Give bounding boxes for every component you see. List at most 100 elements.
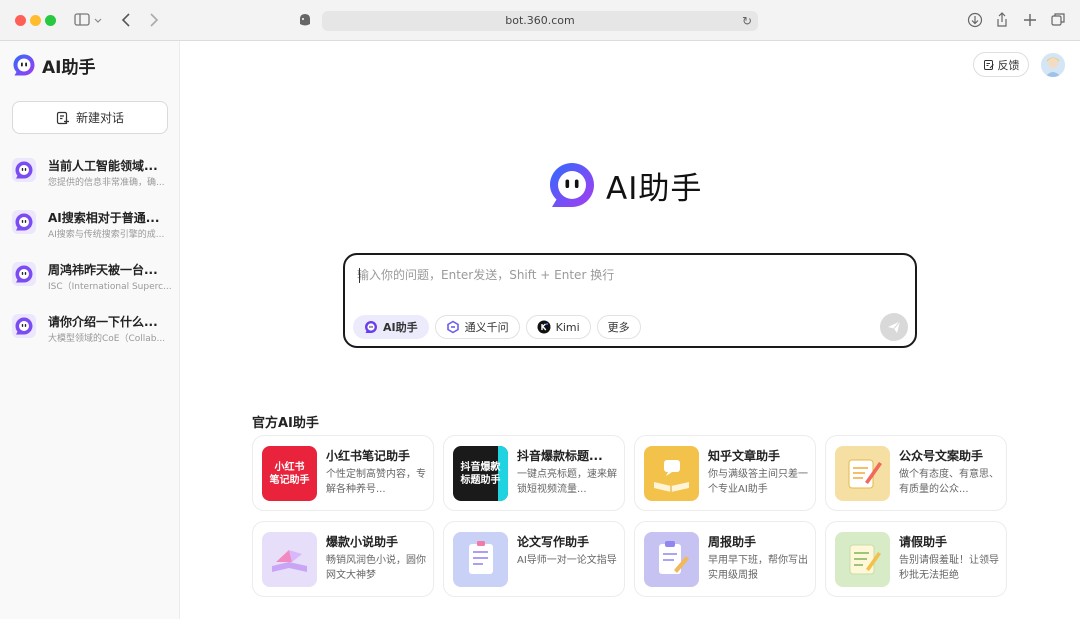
document-checklist-icon xyxy=(469,541,493,574)
conversation-item[interactable]: AI搜索相对于普通... AI搜索与传统搜索引擎的成... xyxy=(12,207,172,247)
thumbnail-label: 抖音爆款 标题助手 xyxy=(460,462,501,486)
url-bar[interactable]: bot.360.com ↻ xyxy=(322,11,758,31)
new-chat-label: 新建对话 xyxy=(75,111,124,125)
card-title: 爆款小说助手 xyxy=(326,535,399,549)
card-title: 公众号文案助手 xyxy=(899,449,984,463)
feedback-button[interactable]: 反馈 xyxy=(973,52,1029,77)
card-title: 抖音爆款标题... xyxy=(517,449,603,463)
assistant-card-wechat[interactable]: 公众号文案助手 做个有态度、有意思、有质量的公众... xyxy=(825,435,1007,511)
hero-logo: AI助手 xyxy=(548,160,702,210)
assistant-card-leave[interactable]: 请假助手 告别请假羞耻！让领导秒批无法拒绝 xyxy=(825,521,1007,597)
zoom-window-button[interactable] xyxy=(45,15,56,26)
sidebar: AI助手 新建对话 当前人工智能领域... 您提供的信息非常准确，确... AI… xyxy=(0,41,180,619)
conversation-title: AI搜索相对于普通... xyxy=(48,211,160,225)
tab-overview-icon[interactable] xyxy=(1049,10,1067,30)
conversation-item[interactable]: 请你介绍一下什么... 大模型领域的CoE（Collab... xyxy=(12,311,172,351)
tongyi-icon xyxy=(446,320,459,334)
reload-icon[interactable]: ↻ xyxy=(742,11,752,31)
assistant-card-zhihu[interactable]: 知乎文章助手 你与满级答主间只差一个专业AI助手 xyxy=(634,435,816,511)
card-desc: 早用早下班，帮你写出实用级周报 xyxy=(708,555,808,581)
sidebar-toggle-icon[interactable] xyxy=(72,10,104,30)
more-models-button[interactable]: 更多 xyxy=(596,315,641,339)
conversation-preview: 您提供的信息非常准确，确... xyxy=(48,178,165,188)
conversation-preview: 大模型领域的CoE（Collab... xyxy=(48,334,166,344)
assistant-card-novel[interactable]: 爆款小说助手 畅销风润色小说，圆你网文大神梦 xyxy=(252,521,434,597)
weekly-thumbnail xyxy=(644,532,699,587)
card-desc: 做个有态度、有意思、有质量的公众... xyxy=(899,469,999,495)
card-desc: 畅销风润色小说，圆你网文大神梦 xyxy=(326,555,426,581)
ai-assistant-avatar-icon xyxy=(12,314,36,338)
browser-toolbar: bot.360.com ↻ xyxy=(0,0,1080,41)
zhihu-thumbnail xyxy=(644,446,699,501)
ai-assistant-icon xyxy=(365,321,377,333)
xiaohongshu-thumbnail: 小红书 笔记助手 xyxy=(262,446,317,501)
card-title: 请假助手 xyxy=(899,535,948,549)
conversation-preview: AI搜索与传统搜索引擎的成... xyxy=(48,230,165,240)
send-button[interactable] xyxy=(880,313,908,341)
hero-title: AI助手 xyxy=(606,170,703,207)
assistant-card-douyin[interactable]: 抖音爆款 标题助手 抖音爆款标题... 一键点亮标题，速来解锁短视频流量... xyxy=(443,435,625,511)
notepad-pencil-icon xyxy=(848,459,882,489)
open-book-icon xyxy=(272,550,307,572)
clipboard-icon xyxy=(659,541,689,574)
card-desc: AI导师一对一论文指导 xyxy=(517,555,617,566)
ai-assistant-logo-icon xyxy=(550,163,594,207)
feedback-label: 反馈 xyxy=(997,58,1020,72)
model-chip-kimi[interactable]: Kimi xyxy=(525,315,591,339)
text-caret xyxy=(359,268,360,283)
card-title: 知乎文章助手 xyxy=(708,449,781,463)
model-label: Kimi xyxy=(555,320,580,334)
assistant-card-weekly[interactable]: 周报助手 早用早下班，帮你写出实用级周报 xyxy=(634,521,816,597)
model-chip-tongyi[interactable]: 通义千问 xyxy=(434,315,520,339)
avatar-image-icon xyxy=(1041,53,1065,77)
chat-input-box: AI助手 通义千问 Kimi 更多 xyxy=(343,253,917,348)
url-text: bot.360.com xyxy=(505,14,575,27)
new-tab-icon[interactable] xyxy=(1021,10,1039,30)
download-icon[interactable] xyxy=(966,10,984,30)
card-title: 论文写作助手 xyxy=(517,535,590,549)
new-chat-icon xyxy=(56,111,69,124)
user-avatar[interactable] xyxy=(1041,53,1065,77)
book-icon xyxy=(654,460,689,492)
send-icon xyxy=(888,321,901,333)
minimize-window-button[interactable] xyxy=(30,15,41,26)
brand[interactable]: AI助手 xyxy=(12,53,96,78)
model-label: AI助手 xyxy=(383,321,418,334)
douyin-thumbnail: 抖音爆款 标题助手 xyxy=(453,446,508,501)
model-selector: AI助手 通义千问 Kimi 更多 xyxy=(353,315,647,339)
wechat-thumbnail xyxy=(835,446,890,501)
card-title: 小红书笔记助手 xyxy=(326,449,411,463)
chat-input[interactable] xyxy=(357,266,897,288)
conversation-item[interactable]: 周鸿祎昨天被一台... ISC（International Superc... xyxy=(12,259,172,299)
section-title: 官方AI助手 xyxy=(252,416,319,431)
conversation-title: 周鸿祎昨天被一台... xyxy=(48,263,158,277)
model-label: 通义千问 xyxy=(464,321,509,334)
conversation-title: 请你介绍一下什么... xyxy=(48,315,158,329)
kimi-icon xyxy=(537,320,551,334)
model-chip-ai-assistant[interactable]: AI助手 xyxy=(353,315,429,339)
card-title: 周报助手 xyxy=(708,535,757,549)
assistant-card-xiaohongshu[interactable]: 小红书 笔记助手 小红书笔记助手 个性定制高赞内容，专解各种养号... xyxy=(252,435,434,511)
model-label: 更多 xyxy=(607,321,630,334)
back-icon[interactable] xyxy=(118,10,136,30)
thesis-thumbnail xyxy=(453,532,508,587)
assistant-card-thesis[interactable]: 论文写作助手 AI导师一对一论文指导 xyxy=(443,521,625,597)
brand-name: AI助手 xyxy=(42,57,96,78)
extension-icon[interactable] xyxy=(296,10,314,30)
ai-assistant-logo-icon xyxy=(13,54,35,76)
feedback-icon xyxy=(983,59,994,70)
ai-assistant-avatar-icon xyxy=(12,210,36,234)
novel-thumbnail xyxy=(262,532,317,587)
card-desc: 一键点亮标题，速来解锁短视频流量... xyxy=(517,469,617,495)
card-desc: 告别请假羞耻！让领导秒批无法拒绝 xyxy=(899,555,999,581)
forward-icon[interactable] xyxy=(144,10,162,30)
new-chat-button[interactable]: 新建对话 xyxy=(12,101,168,134)
card-desc: 个性定制高赞内容，专解各种养号... xyxy=(326,469,426,495)
share-icon[interactable] xyxy=(993,10,1011,30)
conversation-item[interactable]: 当前人工智能领域... 您提供的信息非常准确，确... xyxy=(12,155,172,195)
note-pencil-icon xyxy=(849,544,881,575)
close-window-button[interactable] xyxy=(15,15,26,26)
thumbnail-label: 小红书 笔记助手 xyxy=(269,462,310,486)
card-desc: 你与满级答主间只差一个专业AI助手 xyxy=(708,469,808,495)
conversation-title: 当前人工智能领域... xyxy=(48,159,158,173)
